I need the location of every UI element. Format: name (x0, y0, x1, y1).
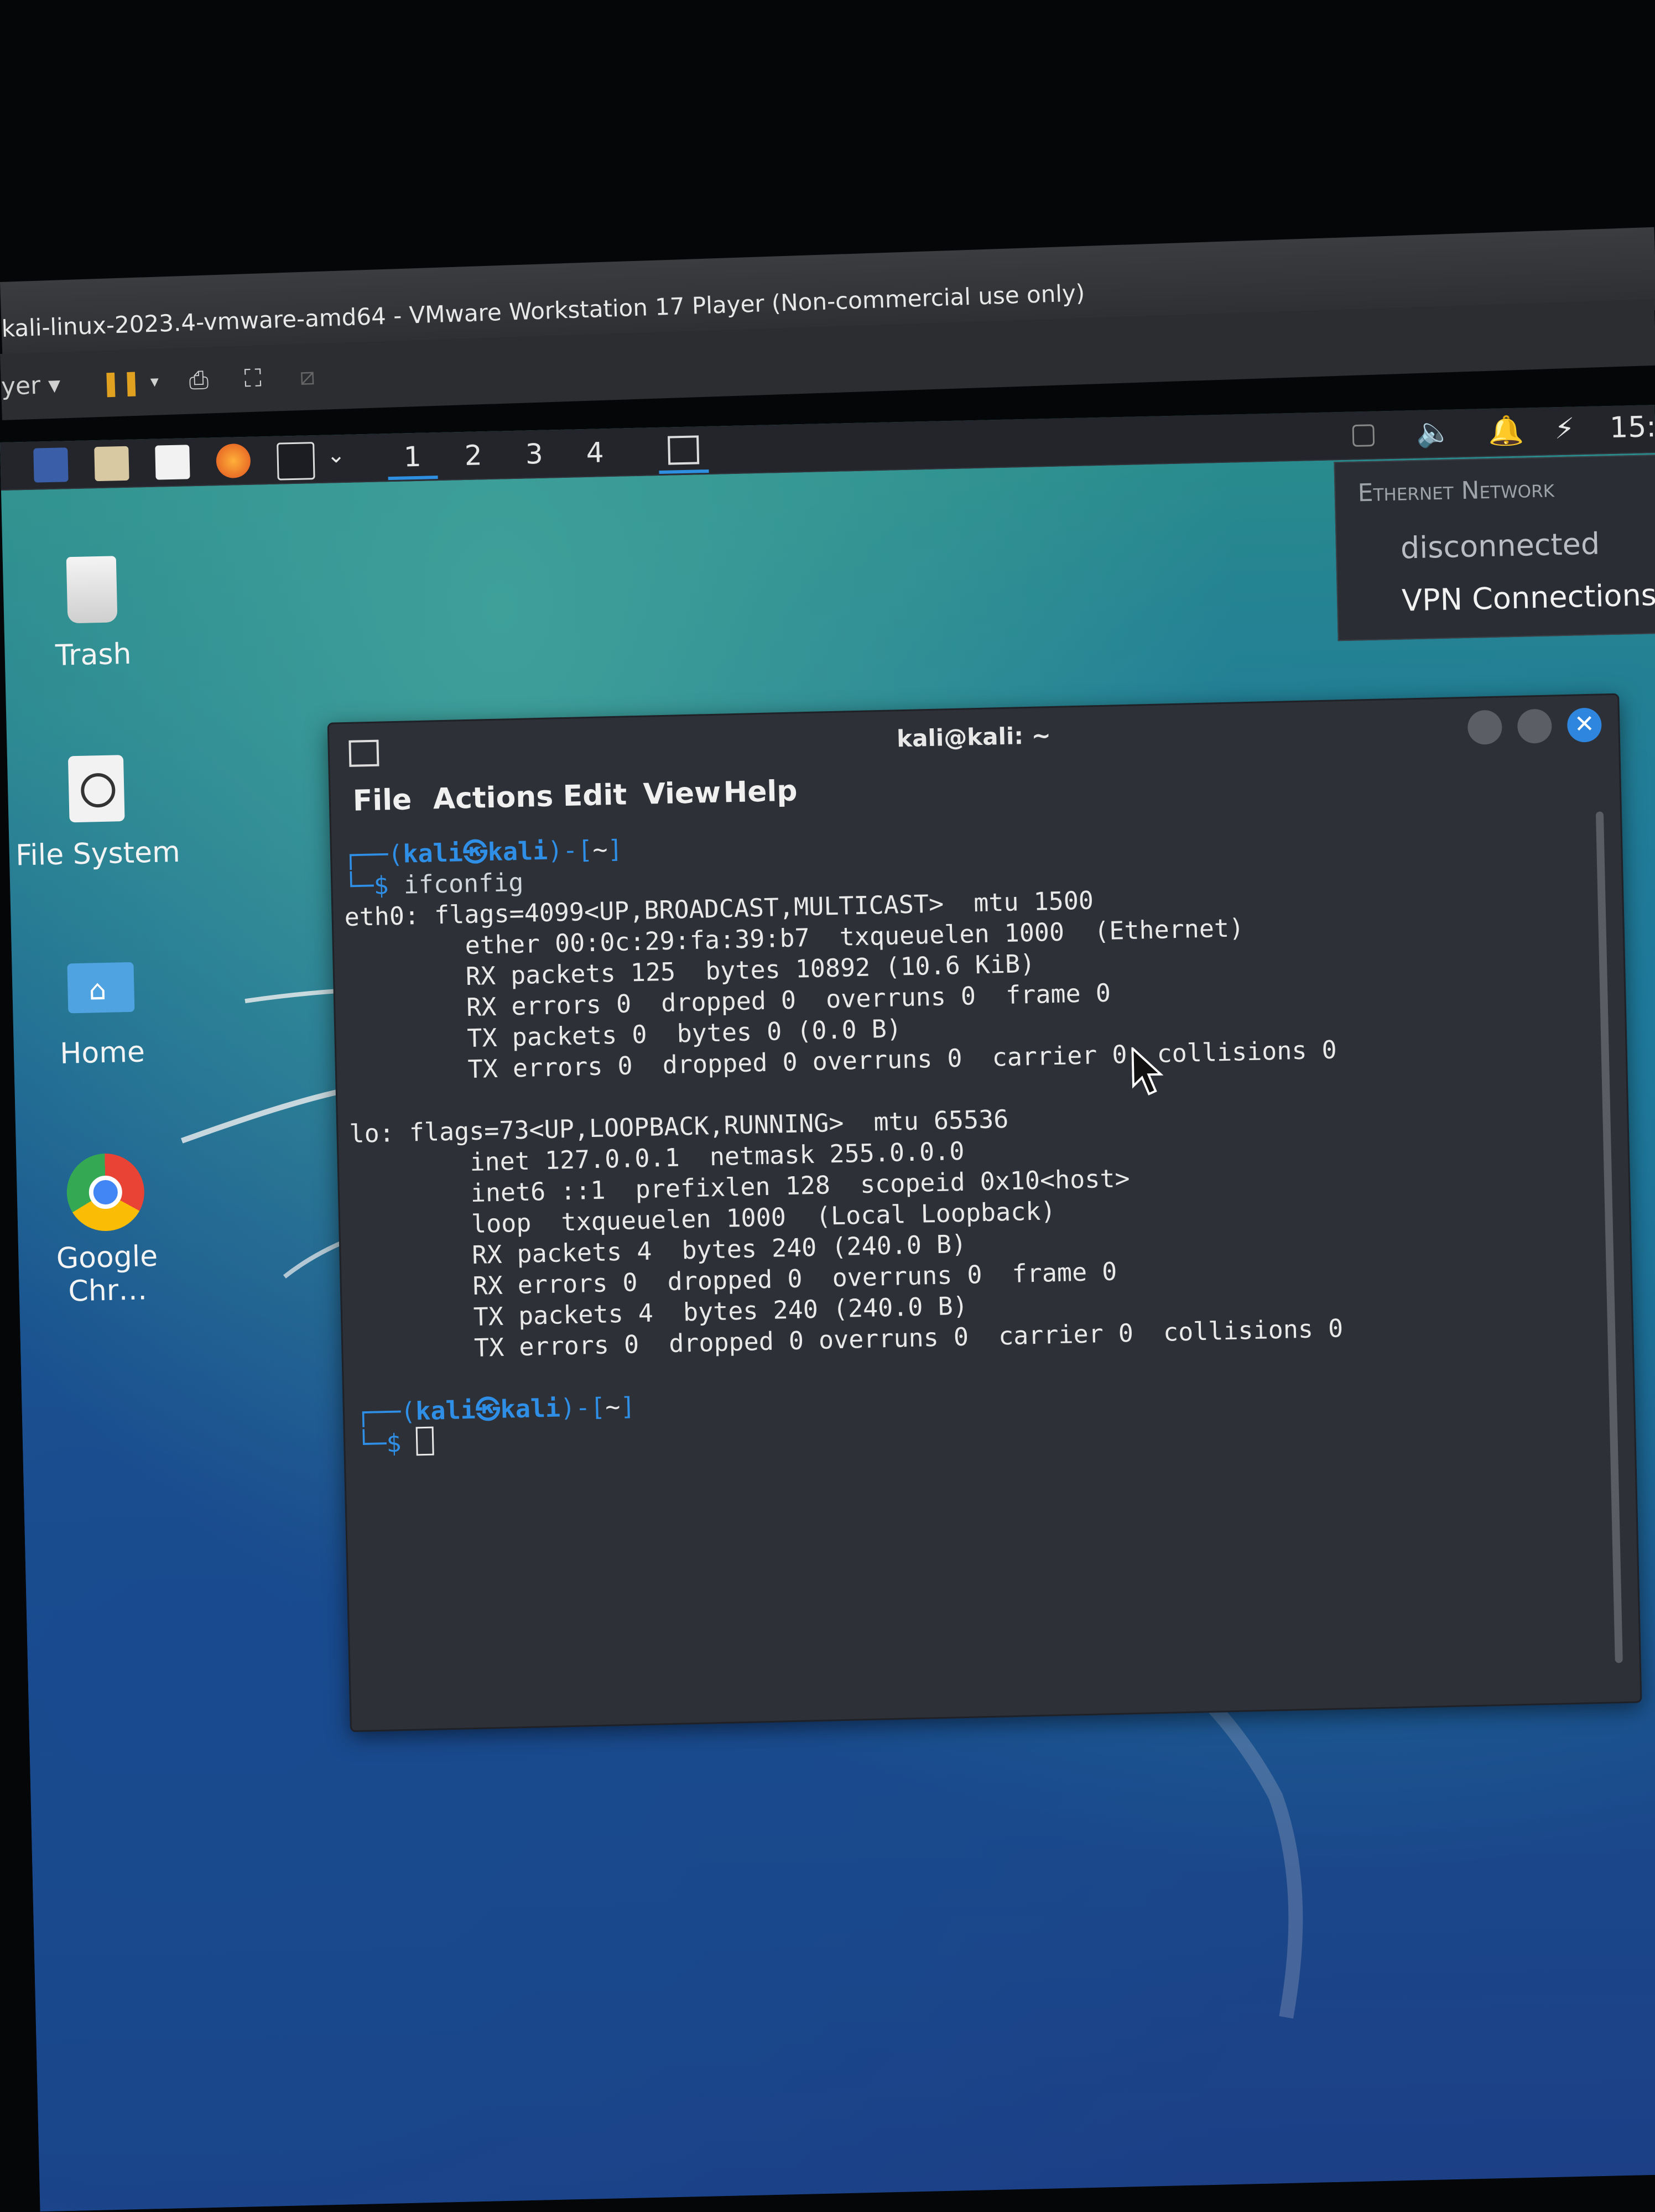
network-menu-popup: Ethernet Network disconnected VPN Connec… (1334, 454, 1655, 641)
terminal-window: kali@kali: ~ ✕ File Actions Edit View He… (327, 693, 1642, 1733)
prompt-host: kali (487, 836, 548, 867)
desktop-icon-google-chrome[interactable]: Google Chr… (16, 1151, 196, 1309)
kali-desktop: ⌄ 1 2 3 4 ▢ 🔈 🔔 ⚡ 15:3 Ethernet Network … (0, 405, 1655, 2212)
player-menu-label: yer (1, 371, 41, 401)
minimize-button[interactable] (1467, 709, 1503, 745)
prompt-dir: ~ (592, 834, 608, 864)
desktop-icon-home[interactable]: ⌂ Home (12, 947, 191, 1072)
workspace-2[interactable]: 2 (448, 436, 499, 476)
desktop-icon-file-system[interactable]: File System (7, 748, 187, 873)
home-label: Home (59, 1035, 145, 1071)
home-folder-icon: ⌂ (61, 948, 140, 1027)
mouse-pointer-icon (1131, 1046, 1164, 1095)
text-cursor (415, 1426, 435, 1456)
pause-icon[interactable]: ❚❚ (100, 363, 142, 403)
workspace-4[interactable]: 4 (570, 433, 621, 473)
text-editor-icon[interactable] (155, 445, 190, 480)
network-icon[interactable]: ▢ (1350, 417, 1377, 451)
ifconfig-output: eth0: flags=4099<UP,BROADCAST,MULTICAST>… (344, 874, 1571, 1366)
file-manager-icon[interactable] (94, 446, 129, 482)
pause-dropdown-icon[interactable]: ▾ (150, 363, 159, 401)
terminal-window-icon (668, 435, 700, 465)
ethernet-status: disconnected (1400, 526, 1600, 566)
menu-edit[interactable]: Edit (563, 778, 627, 813)
volume-icon[interactable]: 🔈 (1416, 415, 1453, 449)
workspace-1[interactable]: 1 (387, 437, 438, 481)
file-system-label: File System (15, 835, 181, 873)
menu-actions[interactable]: Actions (433, 780, 554, 816)
terminal-output[interactable]: ┌──(kali㉿kali)-[~] └─$ ifconfig eth0: flag… (342, 812, 1573, 1460)
prompt-user: kali (402, 838, 464, 869)
menu-view[interactable]: View (643, 776, 721, 811)
show-desktop-icon[interactable] (33, 447, 69, 483)
workspace-3[interactable]: 3 (509, 434, 560, 474)
desktop-icon-trash[interactable]: Trash (3, 549, 183, 674)
menu-help[interactable]: Help (723, 774, 798, 809)
prompt-host-2: kali (500, 1393, 561, 1424)
firefox-icon[interactable] (216, 443, 251, 479)
taskbar-terminal-window[interactable] (658, 430, 709, 474)
panel-clock[interactable]: 15:3 (1609, 410, 1655, 445)
send-ctrl-alt-del-icon[interactable]: ⎙ (189, 361, 210, 400)
command-text: ifconfig (403, 867, 524, 900)
maximize-button[interactable] (1517, 708, 1553, 744)
vpn-connections-item[interactable]: VPN Connections (1401, 577, 1655, 618)
google-chrome-label: Google Chr… (56, 1239, 158, 1308)
trash-icon (53, 550, 132, 629)
chrome-icon (66, 1152, 145, 1232)
unity-icon[interactable]: ⧄ (299, 357, 316, 397)
prompt-user-2: kali (415, 1395, 476, 1426)
power-icon[interactable]: ⚡ (1554, 412, 1575, 446)
trash-label: Trash (55, 637, 132, 672)
close-button[interactable]: ✕ (1566, 707, 1602, 743)
terminal-launcher-icon[interactable] (277, 442, 315, 481)
launcher-dropdown-icon[interactable]: ⌄ (326, 442, 346, 468)
menu-file[interactable]: File (352, 783, 412, 817)
player-menu[interactable]: yer ▾ (1, 366, 61, 406)
fullscreen-icon[interactable]: ⛶ (244, 359, 262, 398)
ethernet-network-header: Ethernet Network (1357, 474, 1555, 508)
prompt-dir-2: ~ (605, 1392, 621, 1422)
terminal-scrollbar[interactable] (1595, 811, 1623, 1663)
notification-bell-icon[interactable]: 🔔 (1488, 413, 1524, 447)
hard-drive-icon (57, 749, 136, 828)
